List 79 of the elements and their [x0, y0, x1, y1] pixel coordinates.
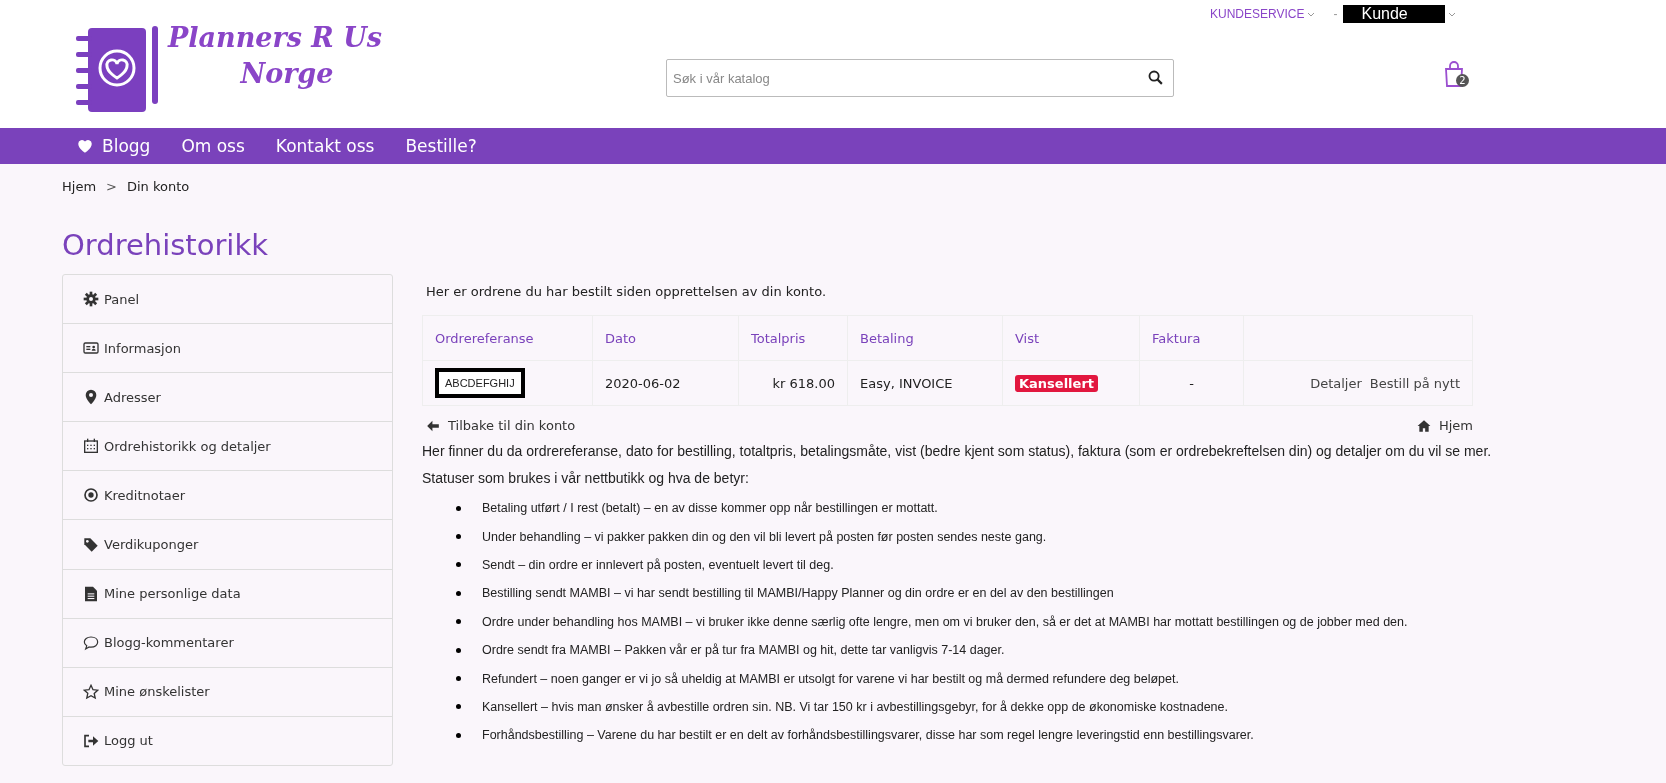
sidebar-item[interactable]: Blogg-kommentarer	[63, 617, 392, 667]
chevron-down-icon	[1307, 11, 1316, 17]
breadcrumb-link[interactable]: Hjem	[62, 178, 97, 194]
speech-bubble-icon	[83, 634, 99, 651]
table-cell: -	[1139, 360, 1244, 406]
table-cell: 2020-06-02	[592, 360, 739, 406]
table-cell: kr 618.00	[738, 360, 848, 406]
list-item-text: Under behandling – vi pakker pakken din og den vil bli levert på posten før posten sendes neste gang.	[482, 529, 1047, 544]
breadcrumb-link[interactable]: Din konto	[126, 178, 190, 194]
back-link[interactable]: Tilbake til din konto	[426, 418, 576, 433]
account-link[interactable]: Kunde	[1343, 5, 1445, 23]
sidebar-item[interactable]: Adresser	[63, 372, 392, 422]
heart-icon	[76, 137, 94, 155]
sidebar-item[interactable]: Ordrehistorikk og detaljer	[63, 421, 392, 471]
column-header: Vist	[1002, 315, 1140, 361]
home-link[interactable]: Hjem	[1416, 418, 1473, 433]
list-item-text: Kansellert – hvis man ønsker å avbestille ordren sin. NB. Vi tar 150 kr i avbestillingsgebyr, for å dekke opp de økonomiske kostnadene.	[482, 699, 1228, 714]
bullet-icon	[456, 534, 461, 540]
action-link[interactable]: Bestill på nytt	[1369, 375, 1460, 391]
action-link[interactable]: Detaljer	[1310, 375, 1362, 391]
paragraph: Statuser som brukes i vår nettbutikk og hva de betyr:	[422, 469, 750, 487]
bullet-icon	[456, 732, 461, 738]
gear-icon	[83, 291, 99, 308]
list-item-text: Forhåndsbestilling – Varene du har bestilt er en delt av forhåndsbestillingsvarer, disse har som regel lengre leveringstid enn bestillingsvarer.	[482, 728, 1254, 743]
logo-text[interactable]: Planners R Us	[168, 20, 382, 56]
list-item-text: Betaling utført / I rest (betalt) – en av disse kommer opp når bestillingen er mottatt.	[482, 501, 938, 516]
customer-service-link[interactable]: KUNDESERVICE	[1210, 7, 1305, 21]
nav-link[interactable]: Om oss	[181, 136, 245, 156]
id-card-icon	[83, 340, 99, 357]
bullet-icon	[456, 619, 461, 625]
nav-link[interactable]: Kontakt oss	[275, 136, 375, 156]
bullet-icon	[456, 676, 461, 682]
bullet-icon	[456, 704, 461, 710]
column-header: Betaling	[847, 315, 1003, 361]
sidebar-item[interactable]: Mine personlige data	[63, 568, 392, 618]
bullet-icon	[456, 590, 461, 596]
order-reference[interactable]: ABCDEFGHIJ	[435, 368, 525, 398]
column-header: Dato	[592, 315, 739, 361]
column-header: Faktura	[1139, 315, 1244, 361]
document-icon	[83, 585, 99, 602]
shopping-bag-icon	[1444, 61, 1464, 87]
sidebar-item[interactable]: Verdikuponger	[63, 519, 392, 569]
list-item-text: Ordre sendt fra MAMBI – Pakken vår er på tur fra MAMBI og hit, dette tar vanligvis 7-14 dager.	[482, 643, 1005, 658]
search-field[interactable]: Søk i vår katalog	[666, 59, 1174, 97]
bullet-icon	[456, 505, 461, 511]
sidebar-item[interactable]: Logg ut	[63, 715, 392, 765]
home-icon	[1416, 418, 1431, 433]
nav-link[interactable]: Bestille?	[405, 136, 477, 156]
status-badge: Kansellert	[1015, 374, 1098, 392]
list-item-text: Sendt – din ordre er innlevert på posten, eventuelt levert til deg.	[482, 557, 834, 572]
sidebar-item[interactable]: Panel	[63, 275, 392, 324]
column-header: Totalpris	[738, 315, 848, 361]
cart-button[interactable]: 2	[1444, 61, 1470, 89]
logout-icon	[83, 732, 99, 749]
nav-link[interactable]: Blogg	[76, 136, 151, 156]
separator-text: -	[1333, 7, 1338, 21]
logo-text[interactable]: Norge	[240, 56, 334, 92]
sidebar-item[interactable]: Mine ønskelister	[63, 666, 392, 716]
breadcrumb-separator: >	[106, 178, 117, 194]
chevron-down-icon	[1447, 11, 1456, 17]
sidebar-item[interactable]: Kreditnotaer	[63, 470, 392, 520]
list-item-text: Refundert – noen ganger er vi jo så uheldig at MAMBI er utsolgt for varene vi har bestilt og må dermed refundere deg beløpet.	[482, 671, 1179, 686]
intro-text: Her er ordrene du har bestilt siden opprettelsen av din konto.	[426, 283, 828, 301]
table-cell: Easy, INVOICE	[847, 360, 1003, 406]
star-icon	[83, 683, 99, 700]
paragraph: Her finner du da ordrereferanse, dato for bestilling, totaltpris, betalingsmåte, vist (bedre kjent som status), faktura (som er ordrebekreftelsen din) og detaljer om du vil se mer.	[422, 442, 1493, 460]
calendar-icon	[83, 438, 99, 455]
cart-count-badge: 2	[1456, 74, 1469, 87]
column-header: Ordrereferanse	[422, 315, 593, 361]
sidebar-item[interactable]: Informasjon	[63, 323, 392, 373]
page-title: Ordrehistorikk	[62, 228, 269, 262]
bullet-icon	[456, 562, 461, 568]
list-item-text: Bestilling sendt MAMBI – vi har sendt bestilling til MAMBI/Happy Planner og din ordre er en del av den bestillingen	[482, 586, 1114, 601]
radio-circle-icon	[83, 487, 99, 504]
bullet-icon	[456, 647, 461, 653]
location-pin-icon	[83, 389, 99, 406]
list-item-text: Ordre under behandling hos MAMBI – vi bruker ikke denne særlig ofte lengre, men om vi bruker den, så er det at MAMBI har mottatt bestillingen og de jobber med den.	[482, 614, 1408, 629]
tag-icon	[83, 536, 99, 553]
search-icon	[1147, 69, 1164, 86]
